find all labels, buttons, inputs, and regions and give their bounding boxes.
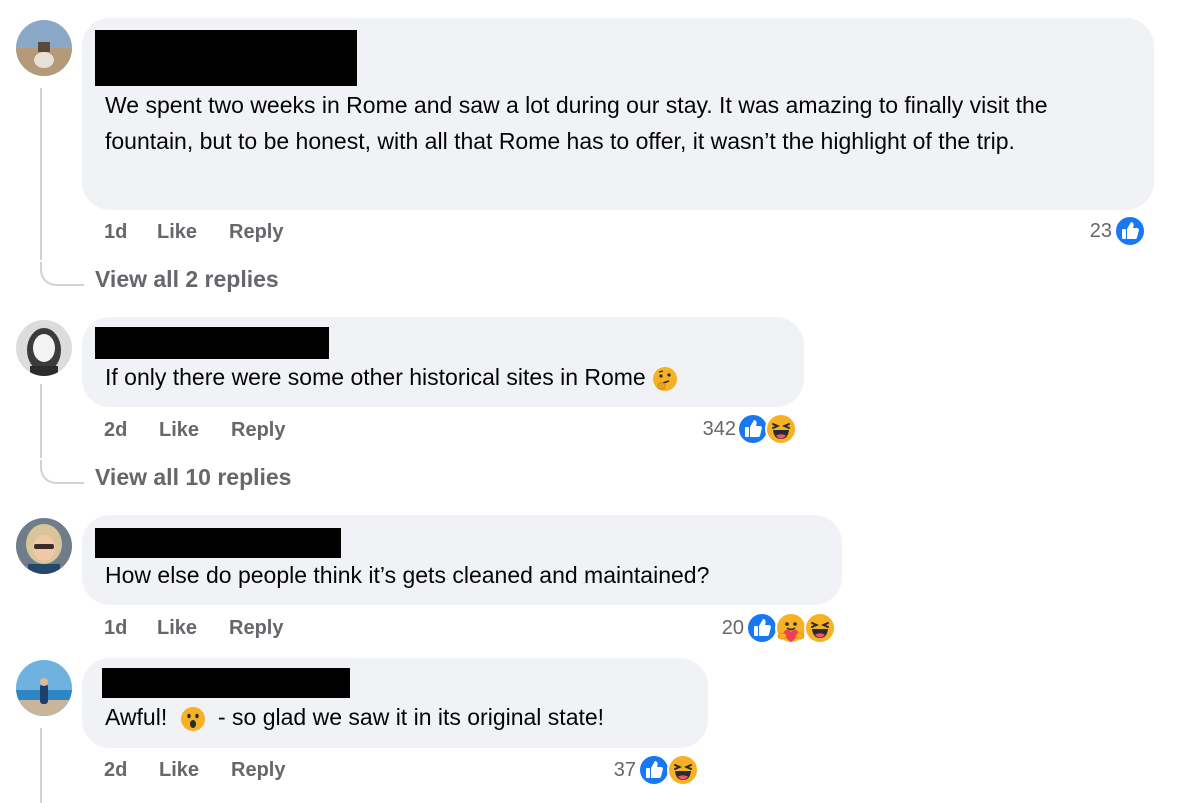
- thread-line: [40, 88, 42, 260]
- reaction-count[interactable]: 37: [590, 759, 636, 782]
- comment-text: We spent two weeks in Rome and saw a lot…: [105, 92, 1048, 154]
- comment-timestamp[interactable]: 2d: [104, 419, 127, 442]
- view-replies-link[interactable]: View all 10 replies: [95, 464, 291, 491]
- redacted-author-name: [102, 668, 350, 698]
- thread-connector: [40, 460, 84, 484]
- reaction-count[interactable]: 20: [690, 617, 744, 640]
- care-icon[interactable]: [775, 612, 807, 644]
- redacted-author-name: [95, 30, 357, 86]
- like-icon[interactable]: [746, 612, 778, 644]
- comment-text: How else do people think it’s gets clean…: [105, 562, 710, 588]
- like-button[interactable]: Like: [159, 419, 199, 442]
- reply-button[interactable]: Reply: [229, 617, 283, 640]
- comment-text: If only there were some other historical…: [105, 360, 795, 396]
- comment-text-content: If only there were some other historical…: [105, 364, 646, 390]
- avatar[interactable]: [16, 20, 72, 76]
- wow-face-emoji: [180, 706, 205, 731]
- haha-icon[interactable]: [765, 413, 797, 445]
- redacted-author-name: [95, 327, 329, 359]
- like-button[interactable]: Like: [157, 617, 197, 640]
- comment-text-after: - so glad we saw it in its original stat…: [218, 704, 605, 730]
- reply-button[interactable]: Reply: [229, 221, 283, 244]
- comment-timestamp[interactable]: 2d: [104, 759, 127, 782]
- thread-line: [40, 728, 42, 803]
- like-icon[interactable]: [638, 754, 670, 786]
- haha-icon[interactable]: [804, 612, 836, 644]
- like-button[interactable]: Like: [159, 759, 199, 782]
- reaction-count[interactable]: 342: [670, 418, 736, 441]
- comment-timestamp[interactable]: 1d: [104, 221, 127, 244]
- reply-button[interactable]: Reply: [231, 419, 285, 442]
- view-replies-link[interactable]: View all 2 replies: [95, 266, 279, 293]
- avatar[interactable]: [16, 320, 72, 376]
- thread-connector: [40, 262, 84, 286]
- comment-text: Awful! - so glad we saw it in its origin…: [105, 700, 705, 736]
- thinking-face-emoji: [653, 366, 678, 391]
- haha-icon[interactable]: [667, 754, 699, 786]
- avatar[interactable]: [16, 518, 72, 574]
- comment-text-before: Awful!: [105, 704, 168, 730]
- avatar[interactable]: [16, 660, 72, 716]
- thread-line: [40, 384, 42, 458]
- comment-timestamp[interactable]: 1d: [104, 617, 127, 640]
- like-icon[interactable]: [1114, 215, 1146, 247]
- like-button[interactable]: Like: [157, 221, 197, 244]
- redacted-author-name: [95, 528, 341, 558]
- reaction-count[interactable]: 23: [1060, 220, 1112, 243]
- reply-button[interactable]: Reply: [231, 759, 285, 782]
